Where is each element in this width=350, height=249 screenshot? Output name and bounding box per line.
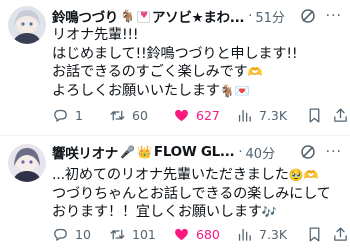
tweet-line-wrap: おります！！宜しくお願いします🎶	[52, 203, 344, 222]
tweet-line-wrap: お話できるのすごく楽しみです🫶	[52, 63, 344, 82]
reply-count: 1	[75, 108, 83, 123]
header-actions: ···	[293, 142, 342, 162]
like-count: 627	[196, 108, 220, 123]
tweet-line: よろしくお願いいたします	[52, 82, 220, 99]
header-actions: ···	[293, 6, 342, 26]
retweet-button[interactable]: 101	[109, 226, 156, 243]
reply-icon	[54, 109, 67, 122]
action-bar: 10 101 680 7.3K	[52, 226, 349, 244]
teary-smile-emoji: 🥹🫶	[288, 168, 319, 182]
bookmark-button[interactable]	[306, 226, 323, 243]
like-button[interactable]: 680	[173, 226, 220, 243]
tweet-line-wrap: よろしくお願いいたします🐐💌	[52, 82, 344, 101]
tweet-line: はじめまして!!鈴鳴つづりと申します!!	[52, 45, 298, 62]
views-button[interactable]: 7.3K	[236, 226, 287, 243]
display-name-rest[interactable]: FLOW GL...	[154, 144, 235, 160]
reply-button[interactable]: 10	[52, 226, 91, 243]
heart-hands-emoji: 🫶	[247, 65, 263, 79]
goat-letter-emoji: 🐐💌	[219, 83, 250, 98]
timestamp[interactable]: 40分	[246, 143, 276, 162]
tweet-separator	[0, 135, 350, 136]
retweet-button[interactable]: 60	[109, 107, 148, 124]
tweet-header: 響咲リオナ 🎤 👑 FLOW GL... · 40分 ···	[52, 142, 342, 162]
retweet-count: 60	[132, 108, 148, 123]
views-icon	[238, 109, 251, 122]
heart-letter-emoji	[136, 11, 150, 23]
goat-emoji: 🐐	[120, 9, 135, 23]
avatar[interactable]	[8, 144, 46, 182]
display-name[interactable]: 鈴鳴つづり	[52, 6, 118, 26]
grok-icon[interactable]	[300, 8, 316, 24]
music-notes-emoji: 🎶	[261, 205, 277, 219]
share-button[interactable]	[332, 107, 349, 124]
more-icon[interactable]: ···	[326, 8, 342, 24]
bookmark-button[interactable]	[306, 107, 323, 124]
tweet-text: ...初めてのリオナ先輩いただきました🥹🫶 つづりちゃんとお話しできるの楽しみに…	[52, 166, 344, 222]
view-count: 7.3K	[259, 227, 288, 242]
retweet-count: 101	[132, 227, 156, 242]
views-icon	[238, 228, 251, 241]
bookmark-icon	[309, 227, 320, 242]
tweet[interactable]: 鈴鳴つづり 🐐 アソビ★まわ... · 51分 ··· リオナ先輩!!! はじめ…	[0, 0, 350, 136]
grok-icon[interactable]	[300, 144, 316, 160]
tweet[interactable]: 響咲リオナ 🎤 👑 FLOW GL... · 40分 ··· ...初めてのリオ…	[0, 137, 350, 249]
retweet-icon	[110, 229, 125, 240]
like-icon	[175, 228, 188, 241]
separator-dot: ·	[238, 144, 243, 160]
separator-dot: ·	[248, 8, 253, 24]
tweet-line: つづりちゃんとお話しできるの楽しみにして	[52, 185, 331, 202]
tweet-line: お話できるのすごく楽しみです	[52, 64, 248, 80]
share-icon	[334, 108, 347, 122]
display-name[interactable]: 響咲リオナ	[52, 142, 118, 162]
tweet-line-wrap: ...初めてのリオナ先輩いただきました🥹🫶	[52, 166, 344, 185]
tweet-text: リオナ先輩!!! はじめまして!!鈴鳴つづりと申します!! お話できるのすごく楽…	[52, 26, 344, 100]
reply-count: 10	[75, 227, 91, 242]
share-icon	[334, 227, 347, 241]
avatar[interactable]	[8, 6, 46, 44]
like-count: 680	[196, 227, 220, 242]
retweet-icon	[110, 110, 125, 121]
view-count: 7.3K	[259, 108, 288, 123]
microphone-emoji: 🎤	[120, 145, 135, 159]
tweet-header: 鈴鳴つづり 🐐 アソビ★まわ... · 51分 ···	[52, 6, 342, 26]
like-button[interactable]: 627	[173, 107, 220, 124]
timestamp[interactable]: 51分	[255, 7, 285, 26]
like-icon	[175, 109, 188, 122]
display-name-rest[interactable]: アソビ★まわ...	[152, 6, 245, 26]
tweet-line: おります！！宜しくお願いします	[52, 204, 262, 220]
crown-emoji: 👑	[136, 145, 152, 159]
more-icon[interactable]: ···	[326, 144, 342, 160]
reply-icon	[54, 228, 67, 241]
share-button[interactable]	[332, 226, 349, 243]
reply-button[interactable]: 1	[52, 107, 83, 124]
views-button[interactable]: 7.3K	[236, 107, 287, 124]
bookmark-icon	[309, 108, 320, 123]
tweet-line: リオナ先輩!!!	[52, 27, 139, 43]
action-bar: 1 60 627 7.3K	[52, 107, 349, 125]
tweet-line: ...初めてのリオナ先輩いただきました	[52, 167, 289, 183]
